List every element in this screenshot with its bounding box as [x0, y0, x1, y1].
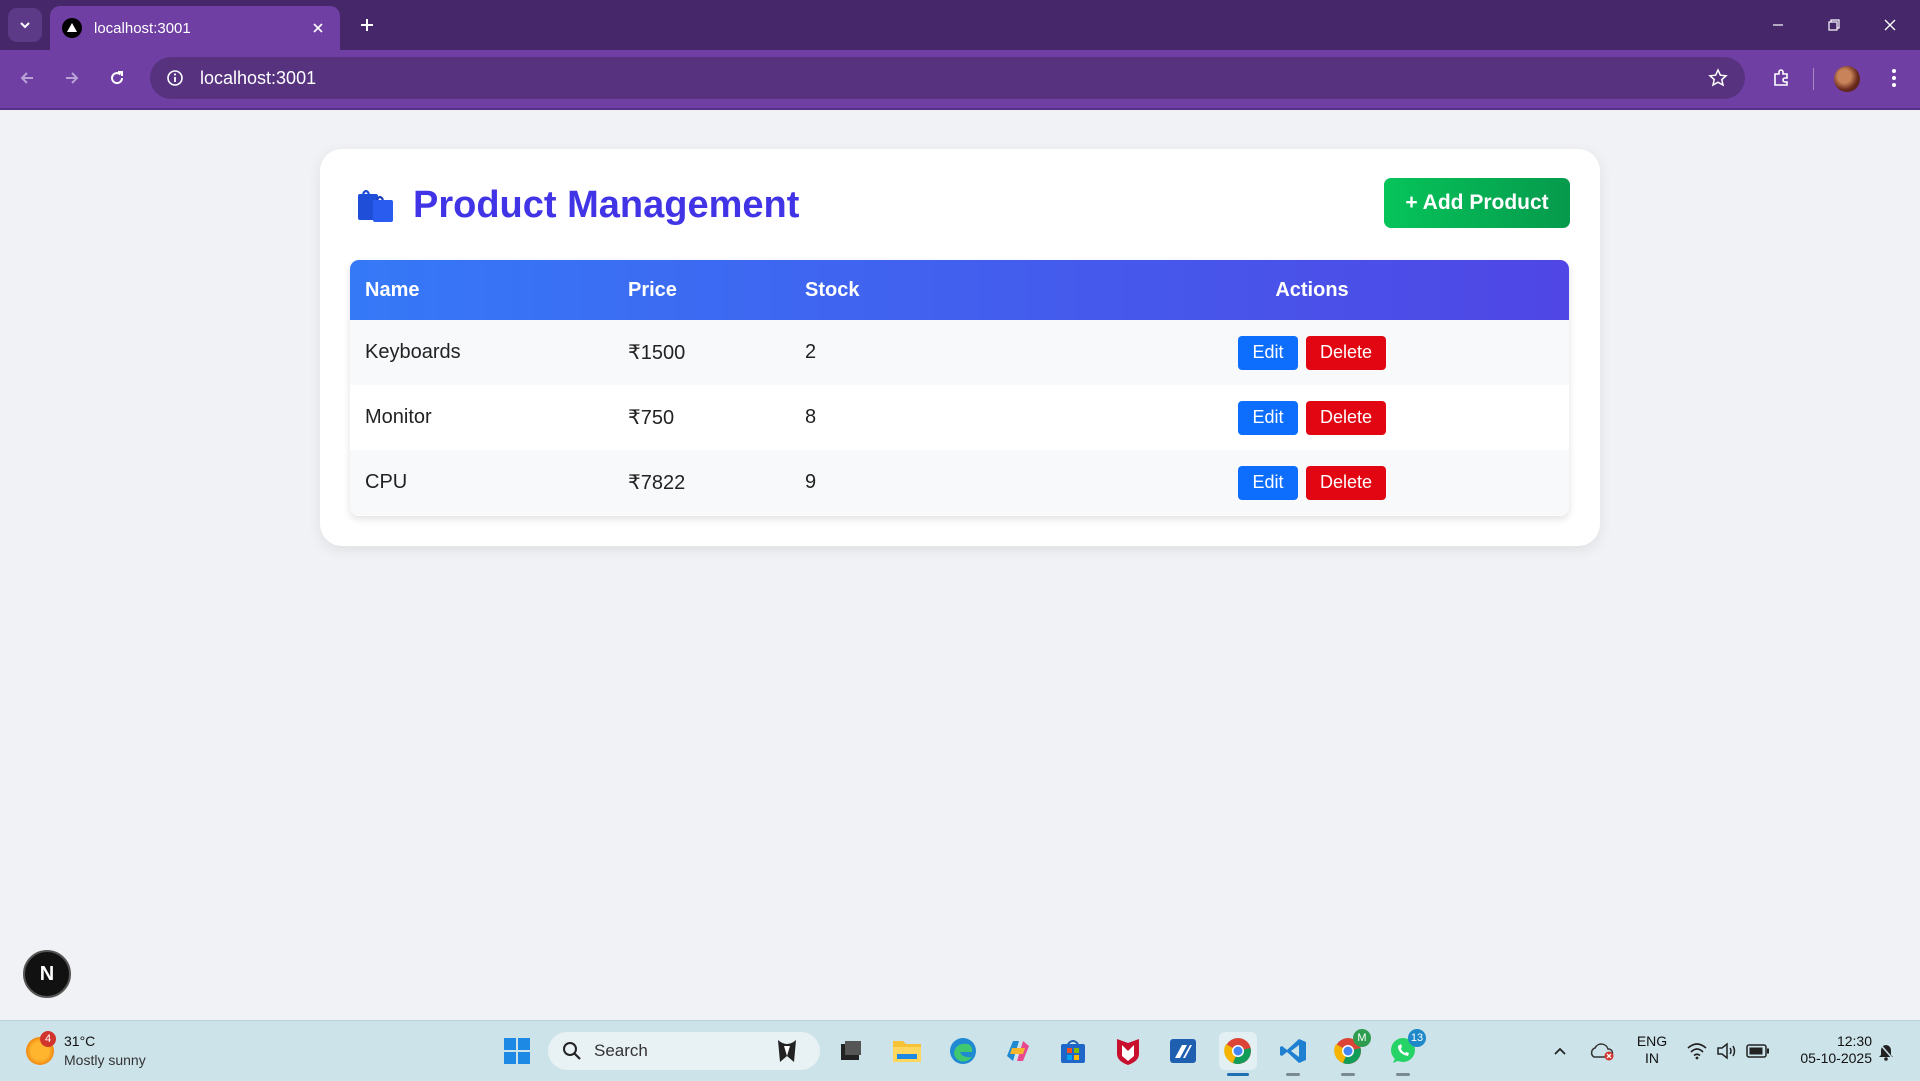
edit-button[interactable]: Edit	[1238, 400, 1298, 435]
product-card: Product Management + Add Product Name Pr…	[320, 149, 1600, 546]
nextjs-dev-indicator[interactable]: N	[23, 950, 71, 998]
system-clock[interactable]: 12:30 05-10-2025	[1780, 1033, 1872, 1067]
page-title: Product Management	[413, 184, 800, 226]
delete-button[interactable]: Delete	[1306, 465, 1386, 500]
bookmark-star-icon[interactable]	[1705, 65, 1731, 91]
products-table: Name Price Stock Actions Keyboards ₹1500…	[350, 260, 1569, 515]
table-row: CPU ₹7822 9 Edit Delete	[350, 450, 1569, 515]
card-header: Product Management + Add Product	[355, 178, 1570, 230]
remote-desktop-icon[interactable]	[1164, 1032, 1202, 1070]
running-app-indicator	[1341, 1073, 1355, 1076]
product-name: Keyboards	[365, 341, 461, 363]
site-info-icon[interactable]	[162, 65, 188, 91]
whatsapp-icon[interactable]: 13	[1384, 1029, 1426, 1076]
battery-icon[interactable]	[1744, 1021, 1772, 1081]
toolbar-separator	[1813, 68, 1814, 90]
table-row: Keyboards ₹1500 2 Edit Delete	[350, 320, 1569, 385]
windows-start-icon[interactable]	[498, 1032, 536, 1070]
product-price: ₹750	[628, 407, 675, 429]
product-name: CPU	[365, 471, 408, 493]
row-actions: Edit Delete	[1055, 450, 1569, 515]
chevron-down-icon	[20, 22, 30, 29]
row-actions: Edit Delete	[1055, 320, 1569, 385]
clock-date: 05-10-2025	[1800, 1050, 1872, 1066]
profile-letter-badge: M	[1353, 1029, 1371, 1047]
profile-avatar[interactable]	[1834, 66, 1860, 92]
search-placeholder: Search	[594, 1041, 648, 1060]
add-product-button[interactable]: + Add Product	[1384, 178, 1570, 228]
task-view-icon[interactable]	[832, 1032, 870, 1070]
new-tab-plus-icon[interactable]	[352, 10, 382, 40]
url-text: localhost:3001	[200, 67, 317, 88]
column-header-name: Name	[365, 278, 420, 301]
mcafee-shield-icon[interactable]	[1109, 1032, 1147, 1070]
column-header-stock: Stock	[805, 278, 860, 301]
running-app-indicator	[1286, 1073, 1300, 1076]
more-menu-icon[interactable]	[1876, 60, 1912, 96]
product-stock: 9	[805, 471, 817, 493]
close-window-icon[interactable]	[1862, 0, 1918, 50]
browser-tabstrip: localhost:3001	[0, 0, 1920, 50]
row-actions: Edit Delete	[1055, 385, 1569, 450]
running-app-indicator	[1396, 1073, 1410, 1076]
edit-button[interactable]: Edit	[1238, 335, 1298, 370]
address-bar[interactable]: localhost:3001	[150, 57, 1745, 99]
products-table-container: Name Price Stock Actions Keyboards ₹1500…	[350, 260, 1569, 516]
minimize-icon[interactable]	[1750, 0, 1806, 50]
weather-temperature: 31°C	[64, 1033, 96, 1049]
edge-browser-icon[interactable]	[944, 1032, 982, 1070]
notification-count-badge: 13	[1408, 1029, 1426, 1047]
product-name: Monitor	[365, 406, 432, 428]
search-highlight-icon	[778, 1040, 796, 1062]
chrome-icon[interactable]	[1219, 1032, 1257, 1076]
shopping-bags-icon	[358, 189, 393, 222]
windows-taskbar: 4 31°C Mostly sunny Search M 13 ENG IN 1…	[0, 1020, 1920, 1081]
product-price: ₹7822	[628, 472, 686, 494]
weather-widget[interactable]: 4 31°C Mostly sunny	[26, 1031, 186, 1071]
column-header-actions: Actions	[1275, 278, 1349, 301]
chevron-up-icon[interactable]	[1548, 1021, 1572, 1081]
copilot-icon[interactable]	[999, 1032, 1037, 1070]
onedrive-error-icon[interactable]	[1588, 1021, 1616, 1081]
extensions-puzzle-icon[interactable]	[1763, 60, 1799, 96]
column-header-price: Price	[628, 278, 677, 301]
vscode-icon[interactable]	[1274, 1032, 1312, 1076]
region-code: IN	[1645, 1050, 1659, 1066]
language-code: ENG	[1636, 1033, 1668, 1049]
notification-bell-icon[interactable]	[1874, 1021, 1898, 1081]
wifi-icon[interactable]	[1684, 1021, 1710, 1081]
product-stock: 8	[805, 406, 817, 428]
weather-description: Mostly sunny	[64, 1052, 146, 1068]
volume-icon[interactable]	[1714, 1021, 1740, 1081]
product-price: ₹1500	[628, 342, 686, 364]
tab-close-icon[interactable]	[304, 14, 332, 42]
chrome-profile-icon[interactable]: M	[1329, 1029, 1371, 1076]
weather-alert-badge: 4	[40, 1031, 56, 1047]
delete-button[interactable]: Delete	[1306, 335, 1386, 370]
edit-button[interactable]: Edit	[1238, 465, 1298, 500]
microsoft-store-icon[interactable]	[1054, 1032, 1092, 1070]
back-arrow-icon[interactable]	[9, 60, 45, 96]
restore-icon[interactable]	[1806, 0, 1862, 50]
browser-toolbar: localhost:3001	[0, 50, 1920, 110]
file-explorer-icon[interactable]	[888, 1032, 926, 1070]
forward-arrow-icon[interactable]	[54, 60, 90, 96]
tab-title: localhost:3001	[94, 19, 191, 37]
search-icon	[563, 1042, 581, 1060]
table-header-row: Name Price Stock Actions	[350, 260, 1569, 320]
input-language-indicator[interactable]: ENG IN	[1632, 1033, 1672, 1067]
delete-button[interactable]: Delete	[1306, 400, 1386, 435]
taskbar-search[interactable]: Search	[548, 1032, 820, 1070]
table-row: Monitor ₹750 8 Edit Delete	[350, 385, 1569, 450]
nextjs-favicon-icon	[62, 18, 82, 38]
product-stock: 2	[805, 341, 817, 363]
clock-time: 12:30	[1836, 1033, 1872, 1049]
tab-search-button[interactable]	[8, 8, 42, 42]
reload-icon[interactable]	[99, 60, 135, 96]
browser-tab-active[interactable]: localhost:3001	[50, 6, 340, 50]
active-app-indicator	[1227, 1073, 1249, 1076]
